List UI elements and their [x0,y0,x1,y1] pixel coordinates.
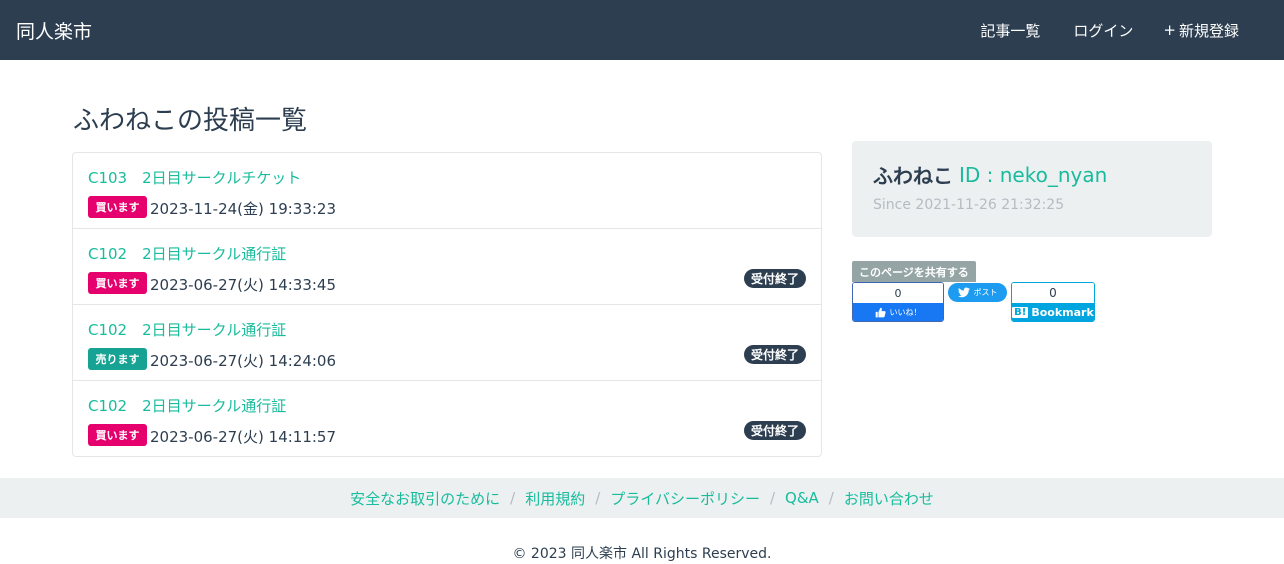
hatena-bookmark-label: Bookmark [1031,306,1094,319]
list-item: C102 2日目サークル通行証 売ります 2023-06-27(火) 14:24… [73,305,821,381]
hatena-count: 0 [1012,283,1094,303]
list-item: C102 2日目サークル通行証 買います 2023-06-27(火) 14:33… [73,229,821,305]
share-label: このページを共有する [852,261,976,282]
status-badge: 受付終了 [743,269,806,288]
hatena-bookmark-button[interactable]: 0 B! Bookmark [1011,282,1095,322]
footer-link-privacy[interactable]: プライバシーポリシー [610,488,760,509]
footer-link-safety[interactable]: 安全なお取引のために [350,488,500,509]
footer-separator: / [769,489,776,507]
plus-icon: + [1163,21,1176,39]
thumbs-up-icon [875,307,886,318]
twitter-post-label: ポスト [973,288,998,297]
profile-display-name: ふわねこ [873,164,953,188]
hatena-b-icon: B! [1012,307,1029,318]
footer-separator: / [510,489,516,507]
post-title-link[interactable]: C102 2日目サークル通行証 [88,243,286,264]
profile-id: ID : neko_nyan [959,162,1108,187]
type-badge: 買います [88,272,147,294]
post-date: 2023-06-27(火) 14:33:45 [150,276,337,294]
status-badge: 受付終了 [743,421,806,440]
facebook-like-bar: いいね！ [853,303,943,321]
profile-name: ふわねこ ID : neko_nyan [872,160,1107,189]
navbar: 同人楽市 記事一覧 ログイン + 新規登録 [0,0,1284,60]
profile-since-text: Since 2021-11-26 21:32:25 [873,197,1065,213]
copyright: © 2023 同人楽市 All Rights Reserved. [512,546,772,562]
post-date: 2023-11-24(金) 19:33:23 [150,200,337,218]
post-date: 2023-06-27(火) 14:11:57 [150,428,337,446]
type-badge: 売ります [88,348,147,370]
facebook-like-label: いいね！ [889,308,922,317]
facebook-like-button[interactable]: 0 いいね！ [852,282,944,322]
post-list: C103 2日目サークルチケット 買います 2023-11-24(金) 19:3… [72,152,822,457]
footer-links: 安全なお取引のために / 利用規約 / プライバシーポリシー / Q&A / お… [0,478,1284,518]
nav-link-label: 記事一覧 [980,21,1041,40]
footer-separator: / [595,489,601,507]
footer-separator: / [828,489,834,507]
footer-link-terms[interactable]: 利用規約 [525,488,585,509]
post-date: 2023-06-27(火) 14:24:06 [150,352,337,370]
nav-link-label: 新規登録 [1178,21,1239,40]
type-badge: 買います [88,196,147,218]
type-badge: 買います [88,424,147,446]
footer-link-faq[interactable]: Q&A [785,489,819,507]
nav-link-register[interactable]: + 新規登録 [1163,20,1239,41]
facebook-count: 0 [853,283,943,303]
nav-links: 記事一覧 ログイン + 新規登録 [947,0,1239,60]
hatena-bookmark-bar: B! Bookmark [1012,303,1094,321]
nav-link-login[interactable]: ログイン [1070,20,1133,41]
post-title-link[interactable]: C102 2日目サークル通行証 [88,395,286,416]
twitter-bird-icon [957,287,970,298]
status-badge: 受付終了 [743,345,806,364]
post-title-link[interactable]: C103 2日目サークルチケット [88,167,301,188]
page-title: ふわねこの投稿一覧 [73,106,308,136]
list-item: C103 2日目サークルチケット 買います 2023-11-24(金) 19:3… [73,153,821,229]
twitter-post-button[interactable]: ポスト [948,283,1007,302]
footer-link-contact[interactable]: お問い合わせ [844,488,934,509]
profile-card: ふわねこ ID : neko_nyan Since 2021-11-26 21:… [852,141,1212,237]
post-title-link[interactable]: C102 2日目サークル通行証 [88,319,286,340]
site-brand[interactable]: 同人楽市 [16,17,92,44]
nav-link-articles[interactable]: 記事一覧 [977,20,1040,41]
nav-link-label: ログイン [1073,21,1134,40]
list-item: C102 2日目サークル通行証 買います 2023-06-27(火) 14:11… [73,381,821,457]
profile-since: Since 2021-11-26 21:32:25 [872,197,1064,213]
